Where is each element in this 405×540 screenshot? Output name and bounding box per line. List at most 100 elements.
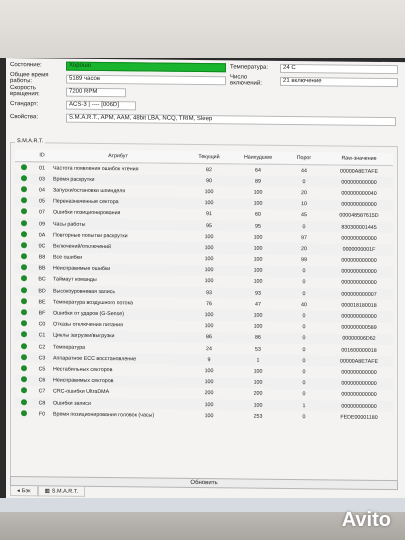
column-header-current[interactable]: Текущий	[185, 150, 233, 164]
hours-label: Общее время работы:	[10, 72, 49, 85]
cell-raw: 000048587615D	[339, 212, 379, 220]
cell-current: 100	[185, 309, 233, 322]
monitor-bezel-top	[0, 0, 405, 58]
status-dot-icon	[15, 184, 33, 195]
cell-current: 76	[206, 300, 212, 308]
cell-worst: 100	[233, 197, 283, 210]
cell-id: C3	[33, 352, 51, 364]
cell-threshold: 0	[302, 369, 306, 376]
avito-watermark: Avito	[341, 509, 391, 531]
cell-worst: 93	[233, 287, 283, 300]
cell-id: C5	[38, 366, 46, 373]
cell-current: 100	[185, 264, 233, 277]
cell-id: C1	[33, 330, 51, 342]
features-label: Свойства:	[10, 114, 39, 121]
features-value: S.M.A.R.T., APM, AAM, 48bit LBA, NCQ, TR…	[66, 113, 396, 126]
tab-bar: ◂ Бэк ▦ S.M.A.R.T.	[10, 486, 86, 497]
cell-id: BE	[38, 299, 46, 306]
cell-threshold: 0	[302, 413, 306, 420]
cell-id: BC	[38, 276, 46, 283]
column-header-id[interactable]: ID	[33, 149, 51, 162]
column-header-worst[interactable]: Наихудшее	[233, 151, 283, 165]
cell-threshold: 0	[302, 324, 306, 331]
standard-value: ACS-3 | ---- [006D]	[66, 100, 136, 110]
status-dot-icon	[15, 162, 33, 174]
cell-id: C7	[38, 388, 46, 395]
status-dot-icon	[15, 229, 33, 240]
column-header-threshold[interactable]: Порог	[283, 151, 325, 165]
cell-id: 0A	[38, 232, 46, 239]
cell-current: 86	[185, 331, 233, 344]
cell-raw: 000000000040	[341, 190, 377, 197]
status-dot-icon	[15, 274, 33, 285]
cell-worst: 53	[255, 346, 261, 353]
back-icon: ◂	[17, 487, 20, 494]
cell-raw: 001600000018	[341, 347, 377, 354]
column-header-raw[interactable]: Raw-значение	[325, 152, 393, 166]
cell-id: C0	[38, 321, 46, 328]
cell-id: BB	[33, 262, 51, 275]
info-row-features: Свойства: S.M.A.R.T., APM, AAM, 48bit LB…	[10, 112, 396, 126]
cell-current: 100	[204, 256, 214, 263]
cell-id: F0	[38, 411, 46, 418]
cell-raw: 000000000007	[325, 288, 393, 301]
cell-current: 93	[185, 286, 233, 299]
tab-smart[interactable]: ▦ S.M.A.R.T.	[37, 486, 86, 497]
power-count-label: Число включений:	[230, 74, 262, 87]
cell-threshold: 20	[283, 243, 325, 255]
status-dot-icon	[15, 329, 33, 342]
standard-label: Стандарт:	[10, 101, 39, 108]
status-column-header[interactable]	[15, 149, 33, 162]
smart-icon: ▦	[44, 487, 50, 494]
cell-worst: 200	[253, 390, 263, 398]
cell-threshold: 40	[301, 301, 307, 308]
cell-worst: 100	[233, 376, 283, 389]
cell-threshold: 99	[301, 257, 307, 264]
info-row-hours: Общее время работы: 5189 часов Число вкл…	[10, 72, 398, 87]
status-dot-icon	[15, 408, 33, 419]
cell-raw: 000000000000	[325, 377, 393, 390]
cell-id: 05	[33, 195, 51, 208]
cell-current: 82	[206, 166, 212, 173]
status-dot-icon	[15, 386, 33, 397]
cell-worst: 1	[233, 354, 283, 367]
cell-threshold: 0	[283, 287, 325, 300]
cell-id: 0C	[33, 240, 51, 252]
status-dot-icon	[15, 307, 33, 319]
cell-worst: 100	[253, 368, 263, 375]
cell-worst: 100	[233, 242, 283, 255]
cell-worst: 100	[253, 323, 263, 330]
cell-threshold: 10	[283, 198, 325, 211]
power-count-value: 21 включение	[280, 76, 398, 87]
tab-back[interactable]: ◂ Бэк	[10, 486, 38, 497]
cell-raw: 000000000000	[325, 400, 393, 413]
cell-current: 95	[185, 219, 233, 232]
cell-raw: 000000000000	[325, 310, 393, 323]
rpm-label: Скорость вращения:	[10, 85, 40, 98]
cell-current: 100	[185, 398, 233, 411]
cell-threshold: 0	[283, 220, 325, 233]
cell-raw: 00000A8E7AFE	[325, 355, 393, 368]
cell-raw: 000000000000	[341, 257, 377, 264]
tab-smart-label: S.M.A.R.T.	[51, 487, 79, 495]
cell-threshold: 0	[283, 332, 325, 345]
cell-id: 01	[39, 164, 45, 172]
status-dot-icon	[15, 285, 33, 297]
cell-current: 100	[204, 412, 214, 419]
cell-current: 100	[204, 278, 214, 285]
status-dot-icon	[15, 173, 33, 185]
status-dot-icon	[15, 363, 33, 374]
status-dot-icon	[15, 195, 33, 208]
cell-threshold: 0	[283, 377, 325, 390]
cell-raw: 0000000001F	[325, 243, 393, 256]
cell-current: 200	[204, 390, 214, 397]
cell-current: 100	[204, 189, 214, 196]
cell-raw: 000000000000	[341, 279, 377, 287]
cell-raw: FEDE00001180	[340, 414, 378, 421]
cell-raw: 00000A8E7AFE	[340, 168, 378, 175]
cell-worst: 100	[233, 309, 283, 322]
cell-worst: 100	[233, 399, 283, 412]
cell-threshold: 0	[283, 355, 325, 367]
cell-raw: 830300001445	[325, 221, 393, 234]
cell-threshold: 0	[302, 279, 306, 286]
